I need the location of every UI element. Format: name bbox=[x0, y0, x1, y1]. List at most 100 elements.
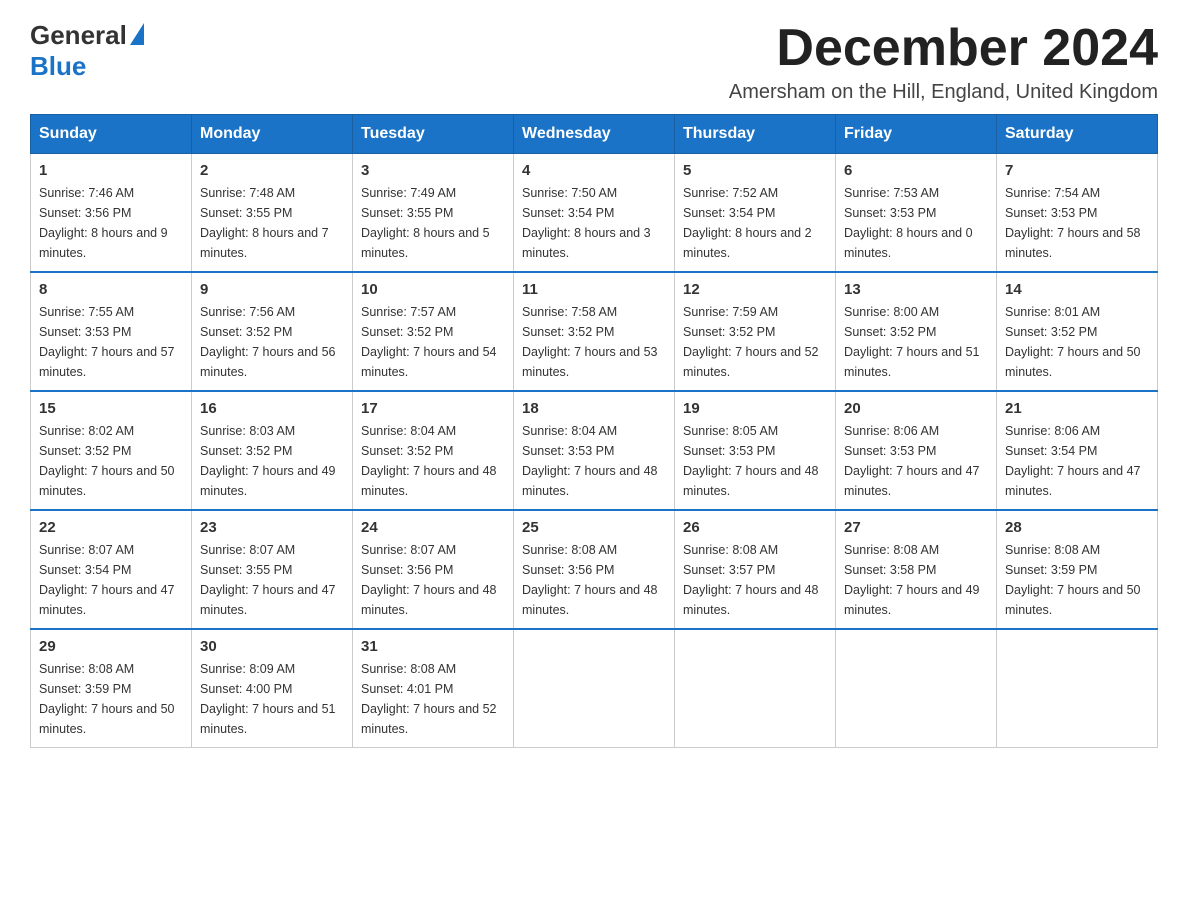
day-number: 15 bbox=[39, 400, 183, 417]
day-of-week-sunday: Sunday bbox=[31, 115, 192, 154]
day-info: Sunrise: 8:05 AM Sunset: 3:53 PM Dayligh… bbox=[683, 421, 827, 501]
calendar-body: 1 Sunrise: 7:46 AM Sunset: 3:56 PM Dayli… bbox=[31, 154, 1158, 748]
day-info: Sunrise: 8:07 AM Sunset: 3:55 PM Dayligh… bbox=[200, 540, 344, 620]
calendar-cell: 19 Sunrise: 8:05 AM Sunset: 3:53 PM Dayl… bbox=[675, 391, 836, 510]
month-title: December 2024 bbox=[729, 20, 1158, 77]
day-number: 30 bbox=[200, 638, 344, 655]
calendar-cell: 18 Sunrise: 8:04 AM Sunset: 3:53 PM Dayl… bbox=[514, 391, 675, 510]
day-number: 17 bbox=[361, 400, 505, 417]
calendar-cell: 21 Sunrise: 8:06 AM Sunset: 3:54 PM Dayl… bbox=[997, 391, 1158, 510]
calendar-cell: 3 Sunrise: 7:49 AM Sunset: 3:55 PM Dayli… bbox=[353, 154, 514, 273]
day-number: 23 bbox=[200, 519, 344, 536]
day-info: Sunrise: 7:52 AM Sunset: 3:54 PM Dayligh… bbox=[683, 183, 827, 263]
calendar-cell: 23 Sunrise: 8:07 AM Sunset: 3:55 PM Dayl… bbox=[192, 510, 353, 629]
calendar-cell: 29 Sunrise: 8:08 AM Sunset: 3:59 PM Dayl… bbox=[31, 629, 192, 748]
day-of-week-wednesday: Wednesday bbox=[514, 115, 675, 154]
day-info: Sunrise: 7:54 AM Sunset: 3:53 PM Dayligh… bbox=[1005, 183, 1149, 263]
calendar-cell: 31 Sunrise: 8:08 AM Sunset: 4:01 PM Dayl… bbox=[353, 629, 514, 748]
day-info: Sunrise: 8:07 AM Sunset: 3:56 PM Dayligh… bbox=[361, 540, 505, 620]
day-info: Sunrise: 7:55 AM Sunset: 3:53 PM Dayligh… bbox=[39, 302, 183, 382]
day-number: 11 bbox=[522, 281, 666, 298]
day-number: 6 bbox=[844, 162, 988, 179]
day-number: 21 bbox=[1005, 400, 1149, 417]
calendar-cell: 26 Sunrise: 8:08 AM Sunset: 3:57 PM Dayl… bbox=[675, 510, 836, 629]
calendar-cell: 15 Sunrise: 8:02 AM Sunset: 3:52 PM Dayl… bbox=[31, 391, 192, 510]
day-number: 22 bbox=[39, 519, 183, 536]
day-number: 28 bbox=[1005, 519, 1149, 536]
calendar-cell: 16 Sunrise: 8:03 AM Sunset: 3:52 PM Dayl… bbox=[192, 391, 353, 510]
day-number: 18 bbox=[522, 400, 666, 417]
day-number: 5 bbox=[683, 162, 827, 179]
calendar-cell: 24 Sunrise: 8:07 AM Sunset: 3:56 PM Dayl… bbox=[353, 510, 514, 629]
day-of-week-tuesday: Tuesday bbox=[353, 115, 514, 154]
day-number: 31 bbox=[361, 638, 505, 655]
day-number: 8 bbox=[39, 281, 183, 298]
logo: General Blue bbox=[30, 20, 144, 82]
calendar-cell: 30 Sunrise: 8:09 AM Sunset: 4:00 PM Dayl… bbox=[192, 629, 353, 748]
calendar-cell: 27 Sunrise: 8:08 AM Sunset: 3:58 PM Dayl… bbox=[836, 510, 997, 629]
calendar-cell: 14 Sunrise: 8:01 AM Sunset: 3:52 PM Dayl… bbox=[997, 272, 1158, 391]
day-number: 20 bbox=[844, 400, 988, 417]
calendar-cell: 8 Sunrise: 7:55 AM Sunset: 3:53 PM Dayli… bbox=[31, 272, 192, 391]
day-info: Sunrise: 8:02 AM Sunset: 3:52 PM Dayligh… bbox=[39, 421, 183, 501]
calendar-header: SundayMondayTuesdayWednesdayThursdayFrid… bbox=[31, 115, 1158, 154]
day-info: Sunrise: 8:01 AM Sunset: 3:52 PM Dayligh… bbox=[1005, 302, 1149, 382]
day-number: 3 bbox=[361, 162, 505, 179]
day-number: 19 bbox=[683, 400, 827, 417]
calendar-cell: 5 Sunrise: 7:52 AM Sunset: 3:54 PM Dayli… bbox=[675, 154, 836, 273]
calendar-cell: 6 Sunrise: 7:53 AM Sunset: 3:53 PM Dayli… bbox=[836, 154, 997, 273]
day-info: Sunrise: 8:07 AM Sunset: 3:54 PM Dayligh… bbox=[39, 540, 183, 620]
day-number: 14 bbox=[1005, 281, 1149, 298]
day-info: Sunrise: 8:09 AM Sunset: 4:00 PM Dayligh… bbox=[200, 659, 344, 739]
day-info: Sunrise: 7:48 AM Sunset: 3:55 PM Dayligh… bbox=[200, 183, 344, 263]
day-of-week-monday: Monday bbox=[192, 115, 353, 154]
title-area: December 2024 Amersham on the Hill, Engl… bbox=[729, 20, 1158, 104]
day-info: Sunrise: 8:08 AM Sunset: 3:56 PM Dayligh… bbox=[522, 540, 666, 620]
day-info: Sunrise: 7:58 AM Sunset: 3:52 PM Dayligh… bbox=[522, 302, 666, 382]
day-number: 25 bbox=[522, 519, 666, 536]
day-number: 9 bbox=[200, 281, 344, 298]
calendar-week-row: 22 Sunrise: 8:07 AM Sunset: 3:54 PM Dayl… bbox=[31, 510, 1158, 629]
calendar-cell: 2 Sunrise: 7:48 AM Sunset: 3:55 PM Dayli… bbox=[192, 154, 353, 273]
calendar-week-row: 29 Sunrise: 8:08 AM Sunset: 3:59 PM Dayl… bbox=[31, 629, 1158, 748]
logo-general-text: General bbox=[30, 20, 127, 51]
calendar-cell: 28 Sunrise: 8:08 AM Sunset: 3:59 PM Dayl… bbox=[997, 510, 1158, 629]
calendar-cell: 17 Sunrise: 8:04 AM Sunset: 3:52 PM Dayl… bbox=[353, 391, 514, 510]
day-info: Sunrise: 7:56 AM Sunset: 3:52 PM Dayligh… bbox=[200, 302, 344, 382]
day-info: Sunrise: 8:00 AM Sunset: 3:52 PM Dayligh… bbox=[844, 302, 988, 382]
day-info: Sunrise: 8:08 AM Sunset: 3:57 PM Dayligh… bbox=[683, 540, 827, 620]
calendar-cell bbox=[514, 629, 675, 748]
day-info: Sunrise: 8:06 AM Sunset: 3:53 PM Dayligh… bbox=[844, 421, 988, 501]
calendar-week-row: 1 Sunrise: 7:46 AM Sunset: 3:56 PM Dayli… bbox=[31, 154, 1158, 273]
location-title: Amersham on the Hill, England, United Ki… bbox=[729, 81, 1158, 104]
day-number: 13 bbox=[844, 281, 988, 298]
calendar-cell bbox=[997, 629, 1158, 748]
day-number: 2 bbox=[200, 162, 344, 179]
calendar-cell: 11 Sunrise: 7:58 AM Sunset: 3:52 PM Dayl… bbox=[514, 272, 675, 391]
calendar-cell: 9 Sunrise: 7:56 AM Sunset: 3:52 PM Dayli… bbox=[192, 272, 353, 391]
day-number: 12 bbox=[683, 281, 827, 298]
day-number: 1 bbox=[39, 162, 183, 179]
calendar-cell: 4 Sunrise: 7:50 AM Sunset: 3:54 PM Dayli… bbox=[514, 154, 675, 273]
day-info: Sunrise: 7:59 AM Sunset: 3:52 PM Dayligh… bbox=[683, 302, 827, 382]
day-number: 7 bbox=[1005, 162, 1149, 179]
calendar-cell bbox=[836, 629, 997, 748]
day-info: Sunrise: 7:49 AM Sunset: 3:55 PM Dayligh… bbox=[361, 183, 505, 263]
day-info: Sunrise: 8:08 AM Sunset: 4:01 PM Dayligh… bbox=[361, 659, 505, 739]
calendar-cell: 12 Sunrise: 7:59 AM Sunset: 3:52 PM Dayl… bbox=[675, 272, 836, 391]
day-number: 29 bbox=[39, 638, 183, 655]
calendar-week-row: 15 Sunrise: 8:02 AM Sunset: 3:52 PM Dayl… bbox=[31, 391, 1158, 510]
page-header: General Blue December 2024 Amersham on t… bbox=[30, 20, 1158, 104]
calendar-cell: 1 Sunrise: 7:46 AM Sunset: 3:56 PM Dayli… bbox=[31, 154, 192, 273]
calendar-cell bbox=[675, 629, 836, 748]
day-info: Sunrise: 7:57 AM Sunset: 3:52 PM Dayligh… bbox=[361, 302, 505, 382]
calendar-week-row: 8 Sunrise: 7:55 AM Sunset: 3:53 PM Dayli… bbox=[31, 272, 1158, 391]
day-number: 10 bbox=[361, 281, 505, 298]
calendar-cell: 20 Sunrise: 8:06 AM Sunset: 3:53 PM Dayl… bbox=[836, 391, 997, 510]
day-info: Sunrise: 7:50 AM Sunset: 3:54 PM Dayligh… bbox=[522, 183, 666, 263]
days-of-week-row: SundayMondayTuesdayWednesdayThursdayFrid… bbox=[31, 115, 1158, 154]
calendar-table: SundayMondayTuesdayWednesdayThursdayFrid… bbox=[30, 114, 1158, 748]
day-number: 27 bbox=[844, 519, 988, 536]
day-info: Sunrise: 8:04 AM Sunset: 3:52 PM Dayligh… bbox=[361, 421, 505, 501]
day-of-week-friday: Friday bbox=[836, 115, 997, 154]
